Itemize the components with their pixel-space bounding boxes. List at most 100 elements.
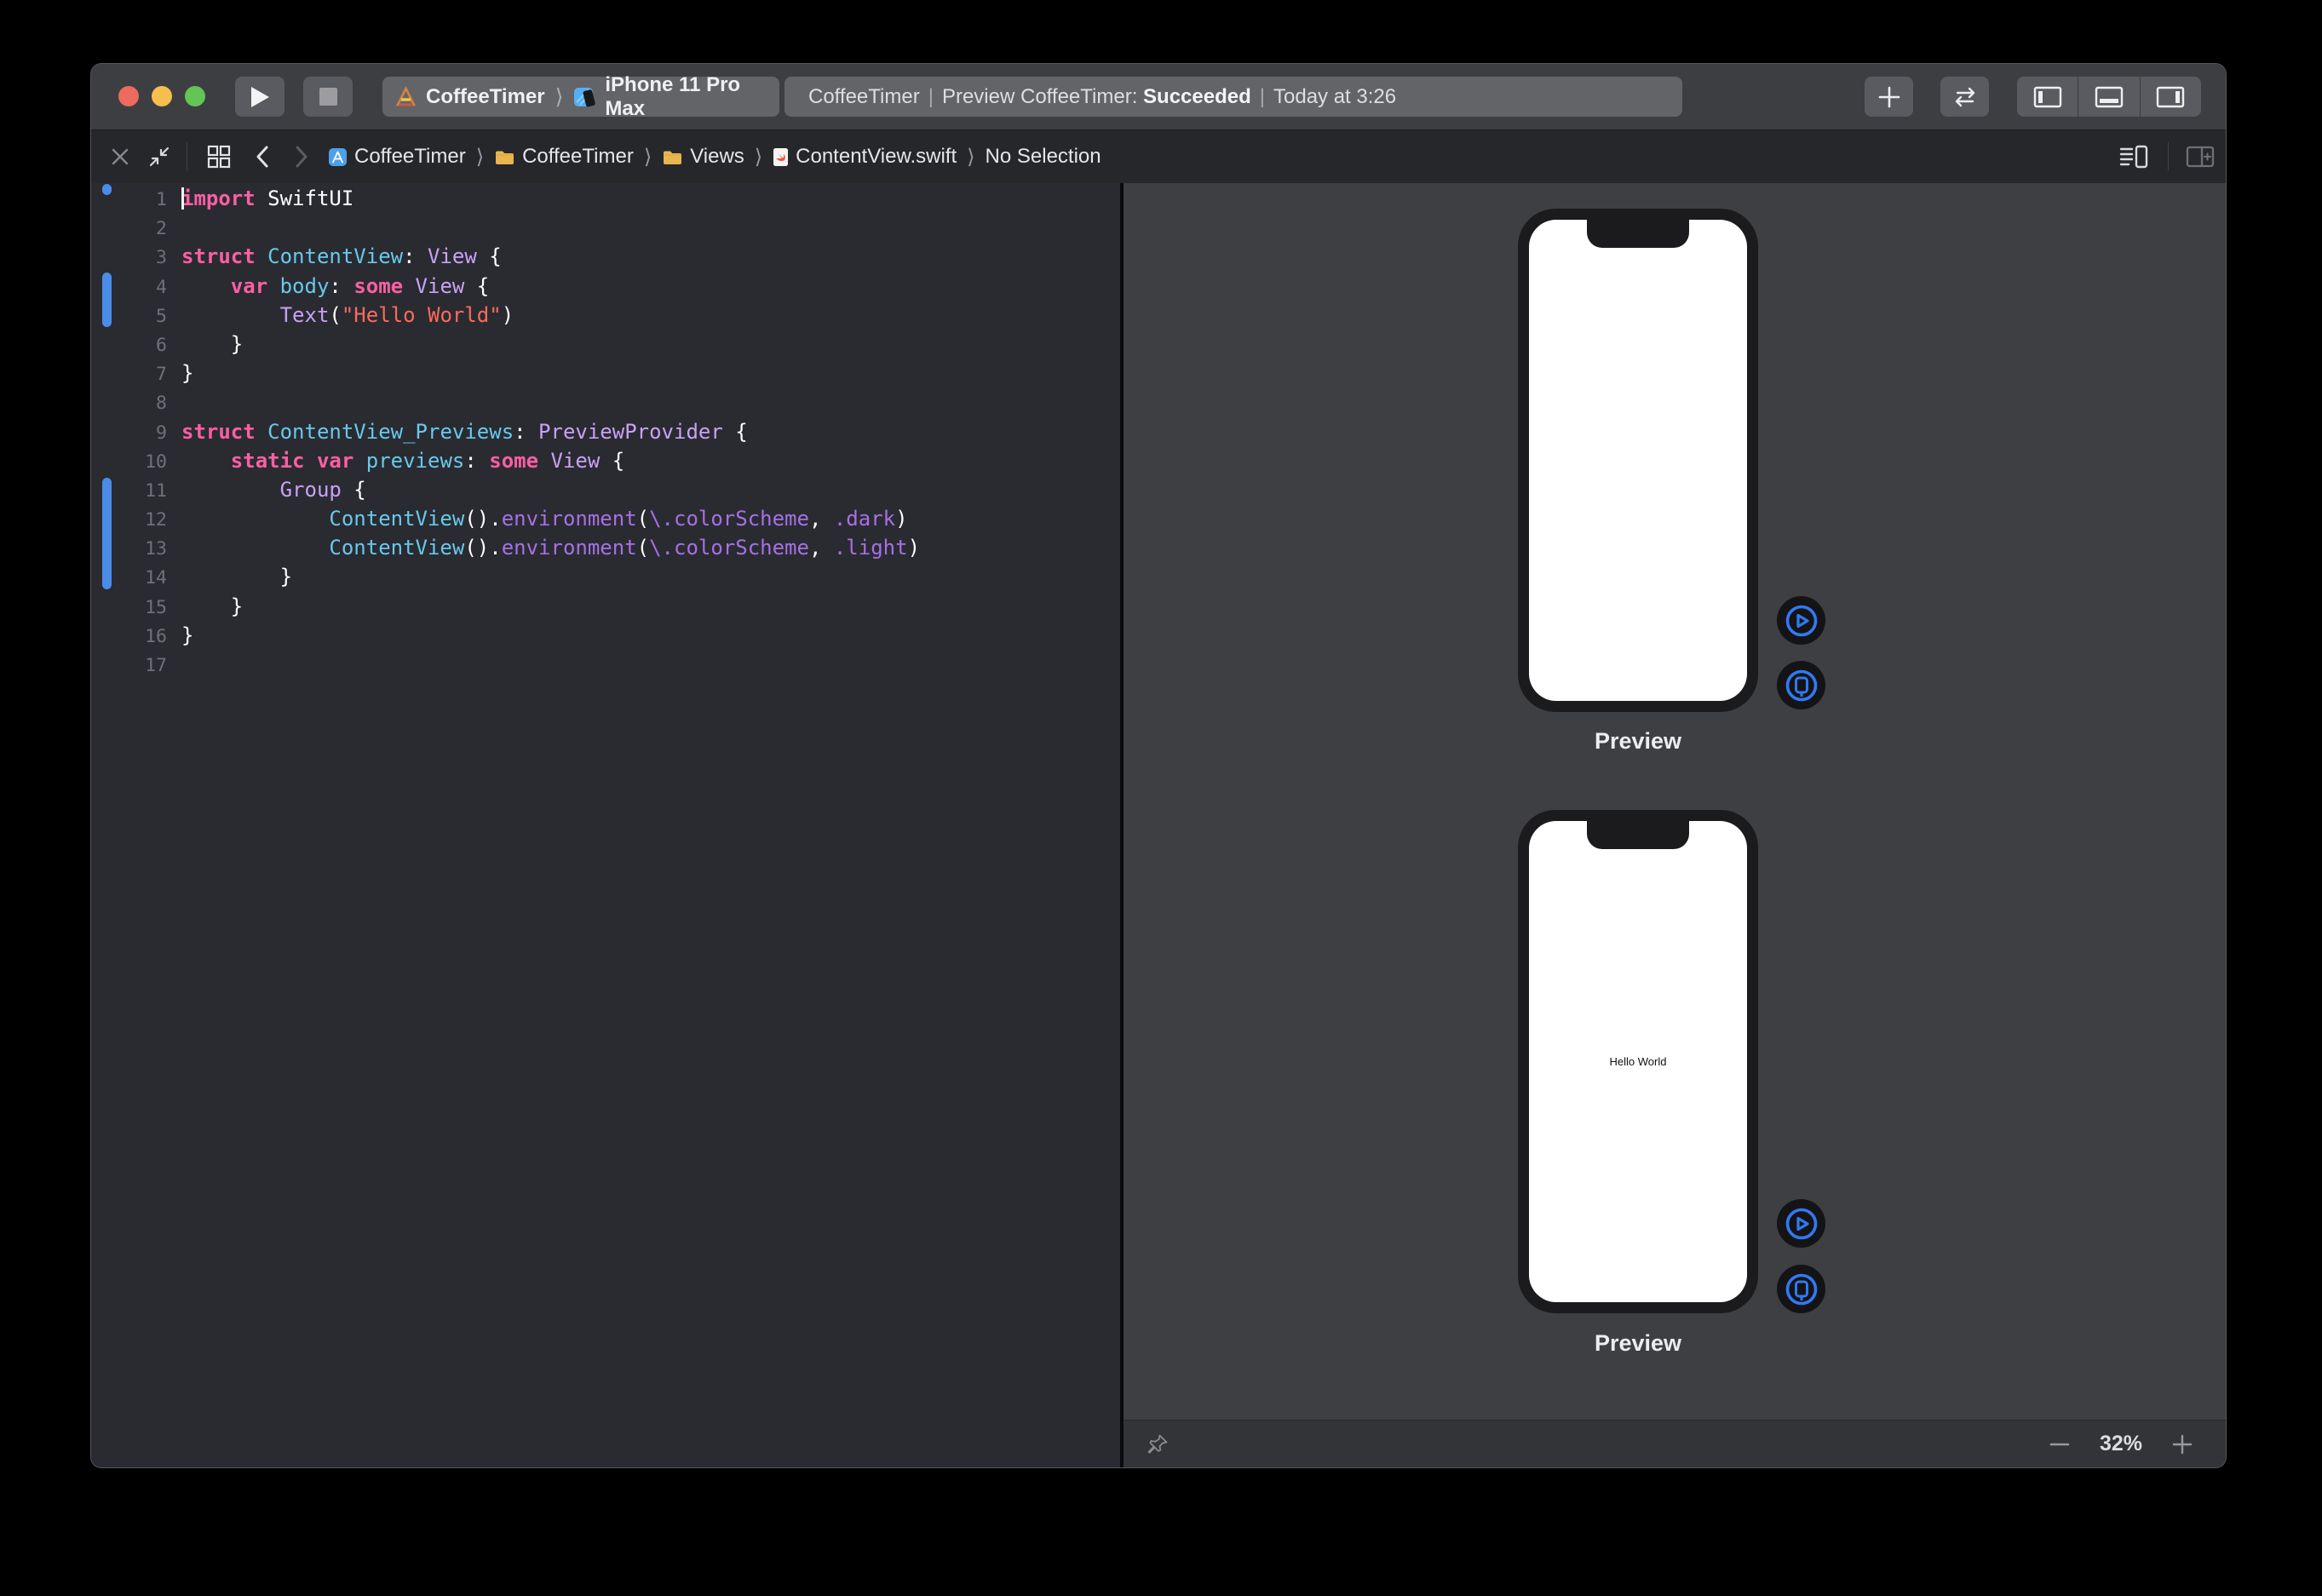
library-button[interactable] [1865,77,1913,117]
code-text: struct ContentView: View { [181,244,502,268]
line-number: 16 [91,623,167,652]
code-line[interactable]: 15 } [91,592,1120,621]
code-text: } [181,332,243,356]
run-button[interactable] [235,77,285,117]
close-window-button[interactable] [118,86,139,106]
preview-label-2: Preview [1518,1330,1758,1357]
code-review-button[interactable] [1940,77,1989,117]
play-icon [249,85,271,109]
code-text: ContentView().environment(\.colorScheme,… [181,536,920,560]
plus-icon [1877,85,1901,109]
toolbar: CoffeeTimer ⟩ iPhone 11 Pro Max CoffeeTi… [91,64,2226,130]
zoom-out-button[interactable] [2045,1430,2074,1459]
minimize-window-button[interactable] [152,86,172,106]
preview-canvas: Preview Hello World Preview [1124,183,2226,1467]
chevron-left-icon [254,145,271,169]
breadcrumb-item[interactable]: CoffeeTimer [328,145,466,169]
code-line[interactable]: 1import SwiftUI [91,184,1120,213]
breadcrumb-label: CoffeeTimer [522,145,634,169]
source-editor[interactable]: 1import SwiftUI23struct ContentView: Vie… [91,183,1120,1467]
line-number: 11 [91,477,167,506]
code-text: } [181,565,292,588]
scheme-selector[interactable]: CoffeeTimer ⟩ iPhone 11 Pro Max [382,77,779,117]
code-line[interactable]: 3struct ContentView: View { [91,242,1120,271]
swift-icon [773,147,789,167]
code-text: } [181,623,193,647]
editor-options-button[interactable] [2112,130,2156,183]
code-line[interactable]: 2 [91,213,1120,242]
preview-on-device-button-2[interactable] [1777,1265,1825,1313]
add-editor-button[interactable] [2178,130,2222,183]
code-text: Text("Hello World") [181,303,514,327]
bottom-panel-icon [2095,86,2124,108]
code-line[interactable]: 8 [91,388,1120,416]
breadcrumb-separator: ⟩ [474,145,486,169]
code-line[interactable]: 14 } [91,562,1120,591]
go-back-button[interactable] [244,130,280,183]
zoom-window-button[interactable] [185,86,205,106]
code-line[interactable]: 13 ContentView().environment(\.colorSche… [91,533,1120,562]
stop-button[interactable] [303,77,353,117]
code-text: struct ContentView_Previews: PreviewProv… [181,420,748,444]
editor-options-icon [2119,144,2148,169]
folder-icon [662,148,683,166]
preview-device-1[interactable] [1518,209,1758,712]
breadcrumb-label: ContentView.swift [796,145,957,169]
line-number: 6 [91,331,167,360]
live-preview-button-1[interactable] [1777,596,1825,645]
code-line[interactable]: 11 Group { [91,475,1120,504]
plus-icon [2171,1433,2193,1455]
preview-screen-1[interactable] [1529,220,1747,701]
toggle-navigator-button[interactable] [2017,77,2078,117]
code-text: var body: some View { [181,274,489,298]
zoom-level-label: 32% [2100,1432,2142,1456]
pin-preview-button[interactable] [1146,1432,1170,1456]
go-forward-button[interactable] [284,130,319,183]
collapse-editor-button[interactable] [141,130,178,183]
breadcrumb: CoffeeTimer⟩CoffeeTimer⟩Views⟩ContentVie… [328,130,1101,183]
collapse-arrows-icon [148,146,170,168]
code-line[interactable]: 5 Text("Hello World") [91,301,1120,330]
device-notch [1587,821,1689,849]
toggle-debug-area-button[interactable] [2078,77,2139,117]
line-number: 1 [91,186,167,215]
code-line[interactable]: 6 } [91,330,1120,359]
code-line[interactable]: 7} [91,359,1120,388]
preview-screen-2[interactable]: Hello World [1529,821,1747,1302]
zoom-in-button[interactable] [2168,1430,2197,1459]
code-text: Group { [181,478,366,502]
close-editor-button[interactable] [103,130,137,183]
breadcrumb-item[interactable]: ContentView.swift [773,145,957,169]
preview-label-1: Preview [1518,728,1758,755]
play-circle-icon [1785,1207,1819,1241]
code-line[interactable]: 12 ContentView().environment(\.colorSche… [91,504,1120,533]
code-text: static var previews: some View { [181,449,624,473]
pushpin-icon [1146,1432,1170,1456]
status-time: Today at 3:26 [1273,85,1396,109]
code-text: } [181,361,193,385]
line-number: 15 [91,594,167,623]
code-line[interactable]: 9struct ContentView_Previews: PreviewPro… [91,417,1120,446]
line-number: 14 [91,564,167,593]
activity-status-bar[interactable]: CoffeeTimer | Preview CoffeeTimer: Succe… [785,77,1682,117]
line-number: 5 [91,302,167,331]
right-panel-icon [2156,86,2185,108]
split-editor-plus-icon [2186,145,2215,169]
scheme-device-label: iPhone 11 Pro Max [605,73,776,121]
related-items-grid-icon [206,144,232,169]
related-items-button[interactable] [198,130,239,183]
swap-arrows-icon [1951,86,1979,108]
breadcrumb-item[interactable]: No Selection [986,145,1101,169]
line-number: 4 [91,273,167,302]
preview-on-device-button-1[interactable] [1777,661,1825,709]
preview-device-2[interactable]: Hello World [1518,810,1758,1313]
code-line[interactable]: 4 var body: some View { [91,272,1120,301]
breadcrumb-item[interactable]: Views [662,145,744,169]
code-line[interactable]: 16} [91,621,1120,650]
chevron-right-icon [293,145,310,169]
toggle-inspector-button[interactable] [2140,77,2201,117]
code-line[interactable]: 17 [91,650,1120,679]
live-preview-button-2[interactable] [1777,1199,1825,1248]
breadcrumb-item[interactable]: CoffeeTimer [494,145,634,169]
code-line[interactable]: 10 static var previews: some View { [91,446,1120,475]
